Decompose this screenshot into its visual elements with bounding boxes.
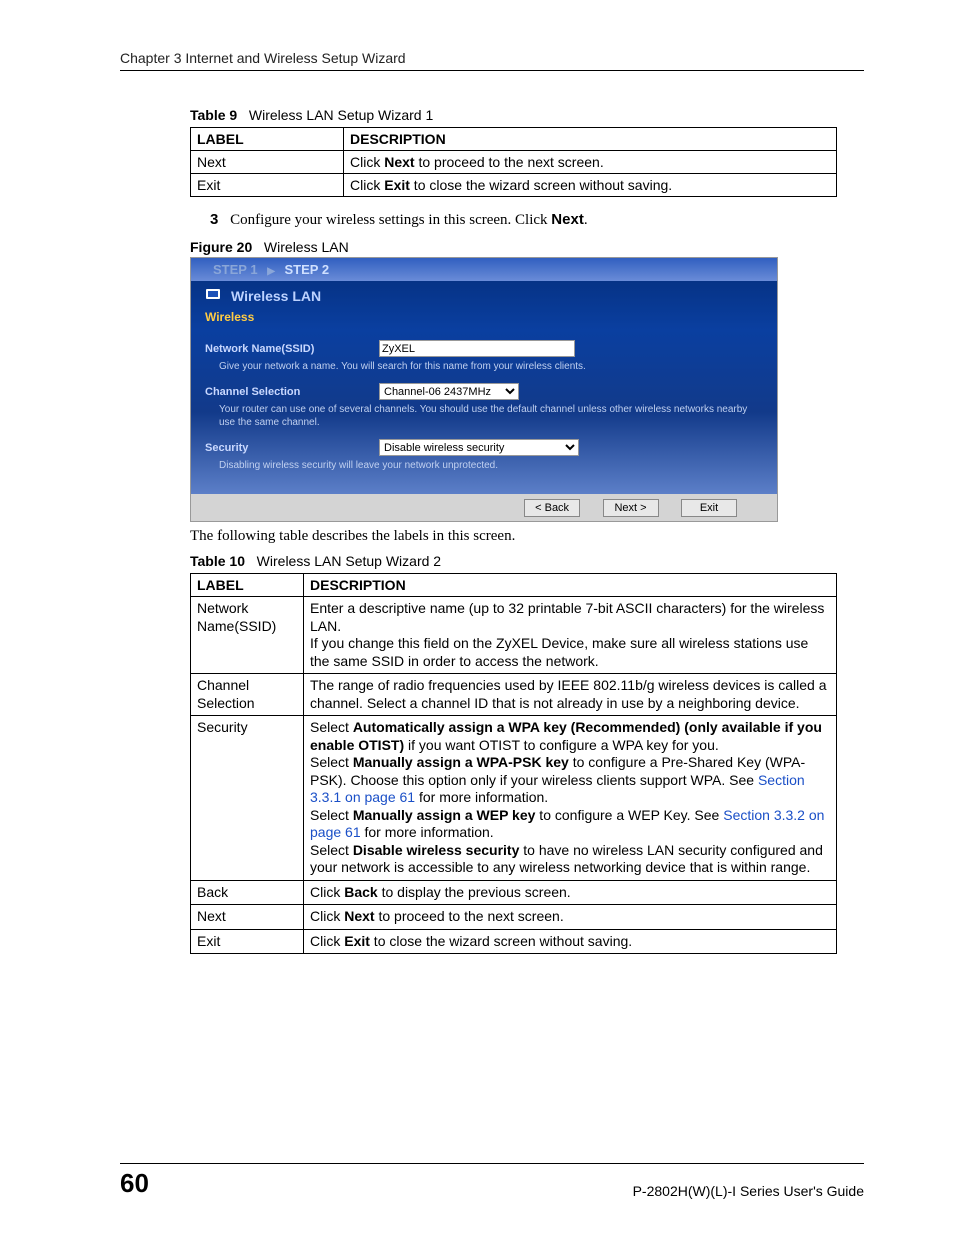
security-select[interactable]: Disable wireless security xyxy=(379,439,579,456)
table-row: Next Click Next to proceed to the next s… xyxy=(191,905,837,930)
table9-head-desc: DESCRIPTION xyxy=(344,128,837,151)
page-number: 60 xyxy=(120,1168,149,1199)
table-row: Channel Selection The range of radio fre… xyxy=(191,674,837,716)
cell-label: Exit xyxy=(191,174,344,197)
page-footer: 60 P-2802H(W)(L)-I Series User's Guide xyxy=(120,1163,864,1199)
step-3: 3 Configure your wireless settings in th… xyxy=(210,211,864,229)
cell-label: Channel Selection xyxy=(191,674,304,716)
table9-caption-text: Wireless LAN Setup Wizard 1 xyxy=(249,107,433,123)
cell-desc: The range of radio frequencies used by I… xyxy=(304,674,837,716)
channel-label: Channel Selection xyxy=(205,386,365,398)
cell-desc: Click Back to display the previous scree… xyxy=(304,880,837,905)
cell-desc: Enter a descriptive name (up to 32 print… xyxy=(304,597,837,674)
table-row: Exit Click Exit to close the wizard scre… xyxy=(191,174,837,197)
wizard-section-label: Wireless xyxy=(191,308,777,330)
ssid-help-text: Give your network a name. You will searc… xyxy=(219,360,763,373)
cell-label: Next xyxy=(191,151,344,174)
table-row: Network Name(SSID) Enter a descriptive n… xyxy=(191,597,837,674)
cell-desc: Click Next to proceed to the next screen… xyxy=(304,905,837,930)
cell-desc: Click Exit to close the wizard screen wi… xyxy=(344,174,837,197)
figure20-caption-text: Wireless LAN xyxy=(264,239,349,255)
table-row: Next Click Next to proceed to the next s… xyxy=(191,151,837,174)
table9: LABEL DESCRIPTION Next Click Next to pro… xyxy=(190,127,837,197)
figure20-caption: Figure 20 Wireless LAN xyxy=(190,239,864,255)
table10-head-label: LABEL xyxy=(191,574,304,597)
header-rule xyxy=(120,70,864,71)
table10: LABEL DESCRIPTION Network Name(SSID) Ent… xyxy=(190,573,837,954)
wizard-button-bar: < Back Next > Exit xyxy=(191,494,777,521)
wizard-title-text: Wireless LAN xyxy=(231,288,321,304)
wizard-step-2: STEP 2 xyxy=(285,262,330,277)
table-row: Exit Click Exit to close the wizard scre… xyxy=(191,929,837,954)
table9-caption-prefix: Table 9 xyxy=(190,107,237,123)
table10-caption: Table 10 Wireless LAN Setup Wizard 2 xyxy=(190,553,864,569)
table10-caption-prefix: Table 10 xyxy=(190,553,245,569)
chevron-right-icon: ▶ xyxy=(267,266,275,277)
ssid-label: Network Name(SSID) xyxy=(205,343,365,355)
wizard-title: Wireless LAN xyxy=(191,281,777,308)
wireless-icon xyxy=(205,287,223,304)
table9-head-label: LABEL xyxy=(191,128,344,151)
back-button[interactable]: < Back xyxy=(524,499,580,517)
table10-caption-text: Wireless LAN Setup Wizard 2 xyxy=(257,553,441,569)
table-row: Back Click Back to display the previous … xyxy=(191,880,837,905)
table-row: Security Select Automatically assign a W… xyxy=(191,716,837,881)
cell-desc: Click Next to proceed to the next screen… xyxy=(344,151,837,174)
cell-label: Exit xyxy=(191,929,304,954)
cell-label: Next xyxy=(191,905,304,930)
table9-caption: Table 9 Wireless LAN Setup Wizard 1 xyxy=(190,107,864,123)
security-help-text: Disabling wireless security will leave y… xyxy=(219,459,763,472)
ssid-input[interactable] xyxy=(379,340,575,357)
exit-button[interactable]: Exit xyxy=(681,499,737,517)
security-label: Security xyxy=(205,442,365,454)
figure20-caption-prefix: Figure 20 xyxy=(190,239,252,255)
para-after-figure: The following table describes the labels… xyxy=(190,528,864,545)
guide-name: P-2802H(W)(L)-I Series User's Guide xyxy=(633,1183,864,1199)
cell-label: Back xyxy=(191,880,304,905)
table10-head-desc: DESCRIPTION xyxy=(304,574,837,597)
wizard-step-1: STEP 1 xyxy=(213,262,258,277)
next-button[interactable]: Next > xyxy=(603,499,659,517)
channel-select[interactable]: Channel-06 2437MHz xyxy=(379,383,519,400)
wizard-screenshot: STEP 1 ▶ STEP 2 Wireless LAN Wireless Ne… xyxy=(190,257,778,522)
cell-label: Network Name(SSID) xyxy=(191,597,304,674)
cell-label: Security xyxy=(191,716,304,881)
chapter-header: Chapter 3 Internet and Wireless Setup Wi… xyxy=(120,50,864,66)
wizard-steps-bar: STEP 1 ▶ STEP 2 xyxy=(191,258,777,281)
cell-desc: Click Exit to close the wizard screen wi… xyxy=(304,929,837,954)
cell-desc: Select Automatically assign a WPA key (R… xyxy=(304,716,837,881)
step-number: 3 xyxy=(210,211,218,228)
channel-help-text: Your router can use one of several chann… xyxy=(219,403,763,429)
